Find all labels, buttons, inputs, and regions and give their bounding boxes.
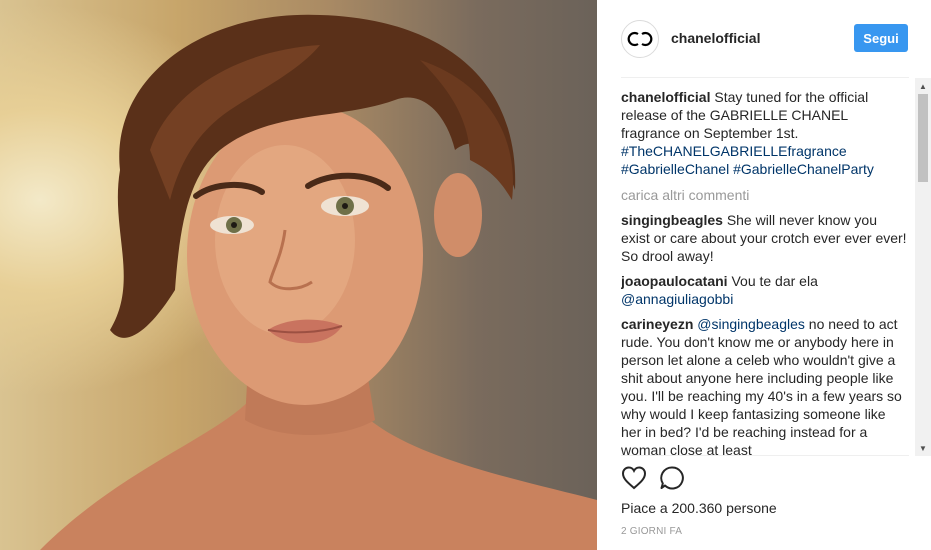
portrait-illustration [40,14,597,550]
scrollbar-thumb[interactable] [918,94,928,182]
post-panel: chanelofficial Segui chanelofficial Stay… [597,0,931,550]
comment-text: no need to act rude. You don't know me o… [621,316,902,455]
follow-button[interactable]: Segui [854,24,908,52]
comments-divider [621,455,909,456]
comment-text: Vou te dar ela [731,273,818,289]
comments-scrollbar[interactable]: ▲ ▼ [915,78,931,456]
comment-username[interactable]: carineyezn [621,316,693,332]
hashtag[interactable]: #GabrielleChanel [621,161,729,177]
post-header: chanelofficial Segui [597,0,931,78]
comment-username[interactable]: joaopaulocatani [621,273,728,289]
likes-text: Piace a 200.360 persone [621,500,777,516]
post-photo[interactable] [0,0,597,550]
comment: singingbeagles She will never know you e… [621,211,909,265]
post-time[interactable]: 2 GIORNI FA [621,526,682,537]
likes-count[interactable]: Piace a 200.360 persone [621,500,777,516]
comment-username[interactable]: singingbeagles [621,212,723,228]
caption-username[interactable]: chanelofficial [621,89,710,105]
comment: joaopaulocatani Vou te dar ela @annagiul… [621,272,909,308]
chanel-logo-icon[interactable] [621,20,659,58]
mention-link[interactable]: @singingbeagles [697,316,805,332]
load-more-comments[interactable]: carica altri commenti [621,186,909,204]
header-divider [621,77,909,78]
scroll-down-icon[interactable]: ▼ [915,440,931,456]
comment-icon[interactable] [659,465,685,491]
action-bar [621,465,909,491]
hashtag[interactable]: #GabrielleChanelParty [733,161,874,177]
hashtag[interactable]: #TheCHANELGABRIELLEfragrance [621,143,847,159]
scroll-up-icon[interactable]: ▲ [915,78,931,94]
comments-list[interactable]: chanelofficial Stay tuned for the offici… [621,88,909,455]
caption: chanelofficial Stay tuned for the offici… [621,88,909,178]
heart-icon[interactable] [621,465,647,491]
header-username[interactable]: chanelofficial [671,30,760,46]
mention-link[interactable]: @annagiuliagobbi [621,291,733,307]
comment: carineyezn @singingbeagles no need to ac… [621,315,909,455]
